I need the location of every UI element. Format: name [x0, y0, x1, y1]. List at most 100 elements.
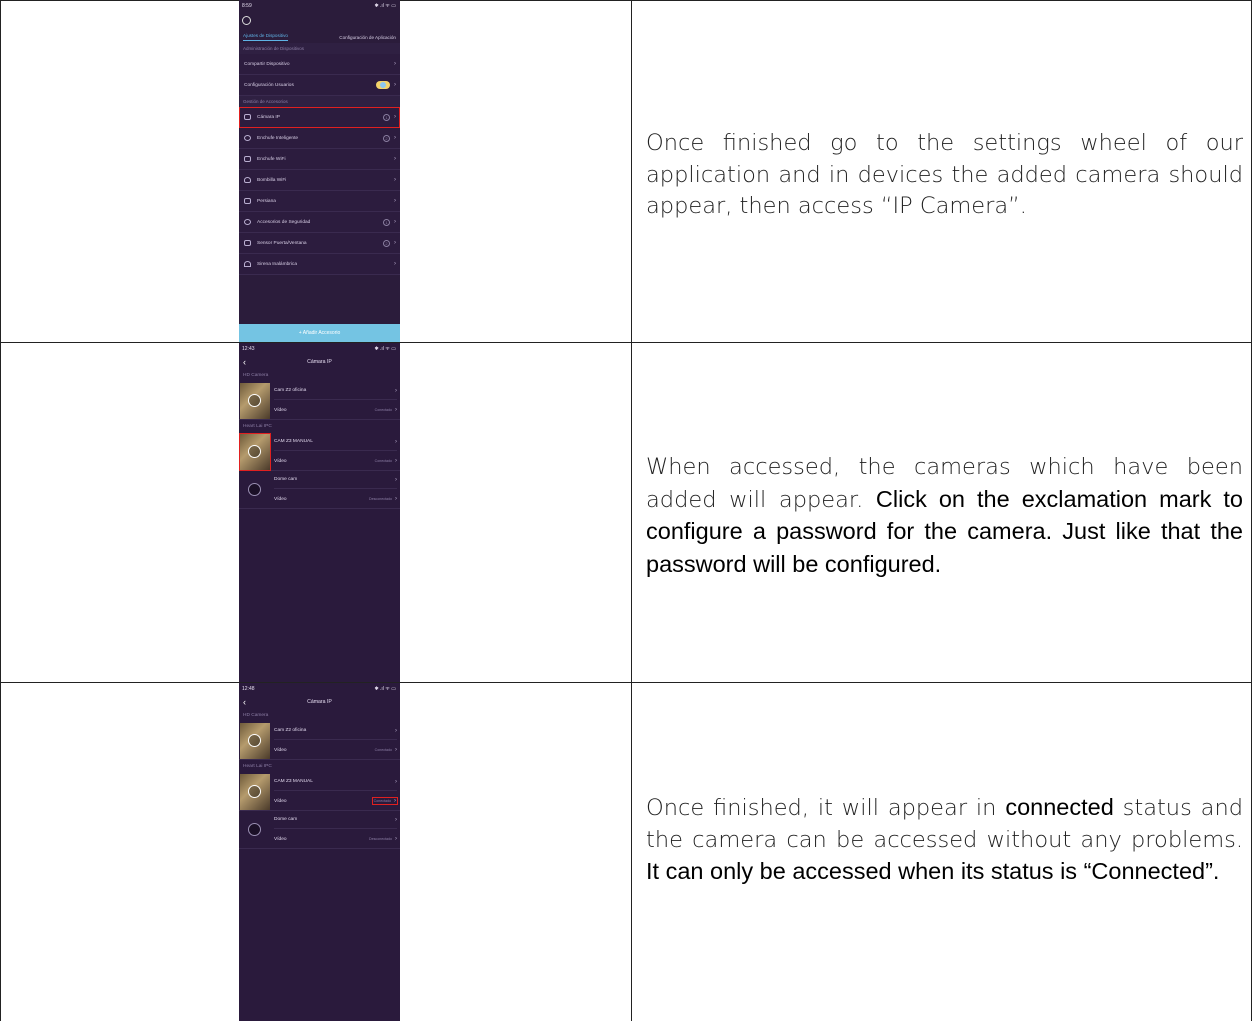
camera-thumbnail[interactable]	[239, 433, 271, 471]
table-border-middle	[631, 0, 632, 1021]
status-time: 12:48	[242, 686, 255, 692]
wifi-plug-icon	[244, 156, 251, 162]
camera-row[interactable]: CAM Z3 MANUAL › Vídeo Conectado ›	[239, 773, 400, 811]
camera-video-row[interactable]: Vídeo Desconectado ›	[274, 830, 397, 848]
menu-item-left: Persiana	[244, 198, 276, 204]
status-time: 8:59	[242, 3, 252, 9]
camera-name-row[interactable]: Cam Z2 oficina ›	[274, 382, 397, 400]
camera-name-row[interactable]: Cam Z2 oficina ›	[274, 722, 397, 740]
chevron-right-icon: ›	[395, 387, 397, 394]
tab-device-settings[interactable]: Ajustes de Dispositivo	[243, 33, 288, 41]
nav-bar: ‹ Cámara IP	[239, 695, 400, 709]
table-border-row2	[0, 682, 1252, 683]
camera-sub-label: Vídeo	[274, 458, 287, 464]
camera-name-row[interactable]: CAM Z3 MANUAL ›	[274, 433, 397, 451]
camera-video-row[interactable]: Vídeo Conectado ›	[274, 401, 397, 419]
status-icons: ✱ .ıl ᯤ ▭	[374, 346, 396, 352]
camera-name-row[interactable]: Dome cam ›	[274, 471, 397, 489]
play-icon	[248, 394, 261, 407]
menu-item-right: 2 ›	[383, 239, 396, 247]
camera-row[interactable]: Cam Z2 oficina › Vídeo Conectado ›	[239, 722, 400, 760]
count-badge: 2	[383, 239, 390, 247]
table-border-left	[0, 0, 1, 1021]
plug-icon	[244, 135, 251, 141]
camera-thumbnail[interactable]	[240, 723, 270, 759]
chevron-right-icon: ›	[395, 458, 397, 464]
menu-item-label: Cámara IP	[257, 114, 280, 120]
camera-name-row[interactable]: CAM Z3 MANUAL ›	[274, 773, 397, 791]
camera-row[interactable]: Dome cam › Vídeo Desconectado ›	[239, 471, 400, 509]
camera-status: Conectado	[374, 408, 392, 412]
menu-item-user-config[interactable]: Configuración Usuarios ›	[239, 75, 400, 96]
camera-row[interactable]: Cam Z2 oficina › Vídeo Conectado ›	[239, 382, 400, 420]
screenshot-ip-camera-connected: 12:48 ✱ .ıl ᯤ ▭ ‹ Cámara IP HD Camera Ca…	[239, 683, 400, 1021]
chevron-right-icon: ›	[394, 198, 396, 204]
camera-status: Desconectado	[369, 837, 392, 841]
step-3-bold-text-2: It can only be accessed when its status …	[646, 858, 1220, 884]
status-icons: ✱ .ıl ᯤ ▭	[374, 3, 396, 9]
menu-item-security-accessories[interactable]: Accesorios de Seguridad 1 ›	[239, 212, 400, 233]
camera-thumbnail[interactable]	[240, 774, 270, 810]
camera-name-row[interactable]: Dome cam ›	[274, 811, 397, 829]
menu-item-wireless-siren[interactable]: Sirena Inalámbrica ›	[239, 254, 400, 275]
chevron-right-icon: ›	[394, 177, 396, 183]
menu-item-label: Persiana	[257, 198, 276, 204]
camera-name: Dome cam	[274, 817, 298, 822]
menu-item-label: Compartir Dispositivo	[244, 61, 290, 67]
camera-thumbnail[interactable]	[240, 812, 270, 848]
menu-item-left: Accesorios de Seguridad	[244, 219, 310, 225]
menu-item-blind[interactable]: Persiana ›	[239, 191, 400, 212]
camera-row[interactable]: Dome cam › Vídeo Desconectado ›	[239, 811, 400, 849]
camera-video-row[interactable]: Vídeo Conectado ›	[274, 741, 397, 759]
menu-item-wifi-plug[interactable]: Enchufe WiFi ›	[239, 149, 400, 170]
play-icon	[248, 785, 261, 798]
chevron-right-icon: ›	[395, 407, 397, 413]
add-accessory-button[interactable]: + Añadir Accesorio	[239, 324, 400, 342]
menu-item-label: Bombilla WiFi	[257, 177, 287, 183]
group-label: Heart Lai IPC	[243, 764, 272, 769]
step-2-description: When accessed, the cameras which have be…	[646, 452, 1243, 581]
menu-item-left: Sirena Inalámbrica	[244, 261, 297, 267]
menu-item-smart-plug[interactable]: Enchufe Inteligente 2 ›	[239, 128, 400, 149]
user-icon[interactable]	[242, 16, 251, 25]
camera-video-row[interactable]: Vídeo Conectado ›	[274, 452, 397, 470]
siren-icon	[244, 261, 251, 267]
status-bar: 12:43 ✱ .ıl ᯤ ▭	[239, 343, 400, 355]
settings-tabs: Ajustes de Dispositivo Configuración de …	[239, 31, 400, 43]
table-border-row1	[0, 342, 1252, 343]
camera-row[interactable]: CAM Z3 MANUAL › Vídeo Conectado ›	[239, 433, 400, 471]
menu-item-label: Enchufe WiFi	[257, 156, 286, 162]
menu-item-left: Enchufe WiFi	[244, 156, 286, 162]
status-bar: 12:48 ✱ .ıl ᯤ ▭	[239, 683, 400, 695]
camera-name: Dome cam	[274, 477, 298, 482]
chevron-right-icon: ›	[395, 816, 397, 823]
chevron-right-icon: ›	[395, 476, 397, 483]
menu-item-ip-camera[interactable]: Cámara IP 1 ›	[239, 107, 400, 128]
profile-icon-wrap	[239, 12, 400, 25]
menu-item-door-sensor[interactable]: Sensor Puerta/Ventana 2 ›	[239, 233, 400, 254]
camera-video-row[interactable]: Vídeo Desconectado ›	[274, 490, 397, 508]
count-badge: 2	[383, 134, 390, 142]
tab-app-settings[interactable]: Configuración de Aplicación	[339, 35, 396, 40]
menu-item-share-device[interactable]: Compartir Dispositivo ›	[239, 54, 400, 75]
menu-item-right: 1 ›	[383, 113, 396, 121]
camera-icon	[244, 114, 251, 120]
camera-thumbnail[interactable]	[240, 383, 270, 419]
camera-video-row[interactable]: Vídeo Conectado ›	[274, 792, 399, 810]
chevron-right-icon: ›	[395, 747, 397, 753]
chevron-right-icon: ›	[394, 82, 396, 88]
bulb-icon	[244, 177, 251, 183]
nav-bar: ‹ Cámara IP	[239, 355, 400, 369]
camera-status: Conectado	[373, 799, 391, 803]
door-sensor-icon	[244, 240, 251, 246]
step-1-description: Once finished go to the settings wheel o…	[646, 130, 1243, 219]
chevron-right-icon: ›	[394, 240, 396, 246]
instruction-table: 8:59 ✱ .ıl ᯤ ▭ Ajustes de Dispositivo Co…	[0, 0, 1252, 1021]
menu-item-left: Enchufe Inteligente	[244, 135, 298, 141]
chevron-right-icon: ›	[394, 61, 396, 67]
play-icon	[248, 445, 261, 458]
menu-item-wifi-bulb[interactable]: Bombilla WiFi ›	[239, 170, 400, 191]
menu-item-label: Enchufe Inteligente	[257, 135, 299, 141]
chevron-right-icon: ›	[395, 836, 397, 842]
camera-thumbnail[interactable]	[240, 472, 270, 508]
